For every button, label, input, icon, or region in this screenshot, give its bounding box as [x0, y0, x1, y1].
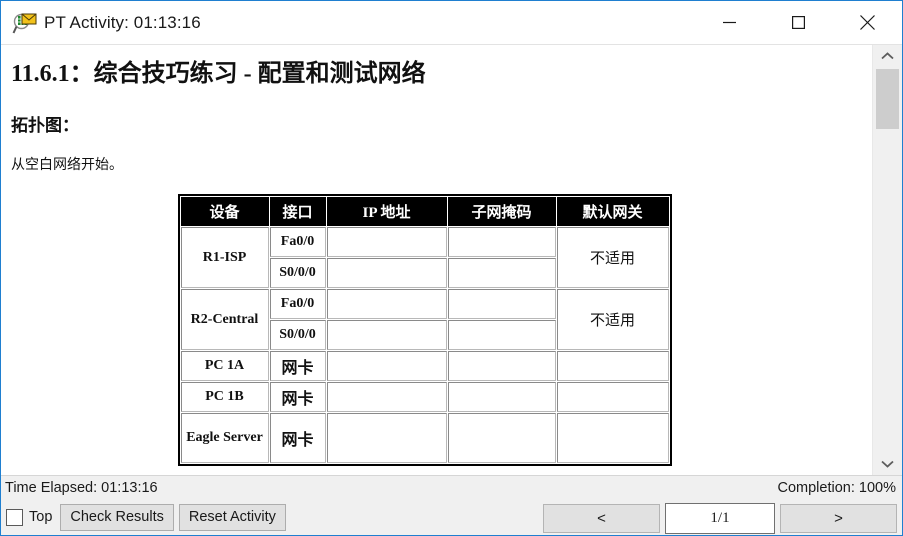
- top-checkbox[interactable]: [6, 508, 23, 526]
- minimize-icon: [723, 21, 736, 24]
- page-navigation: < 1/1 >: [543, 503, 897, 534]
- cell-gateway[interactable]: [556, 382, 669, 412]
- table-header-row: 设备 接口 IP 地址 子网掩码 默认网关: [180, 197, 669, 226]
- maximize-button[interactable]: [764, 1, 833, 44]
- status-controls-row: Top Check Results Reset Activity < 1/1 >: [1, 500, 902, 534]
- cell-interface: Fa0/0: [269, 289, 326, 319]
- pt-activity-icon: [12, 10, 38, 36]
- cell-mask[interactable]: [447, 351, 556, 381]
- table-body: R1-ISP Fa0/0 不适用 S0/0/0 R2-Central Fa0/0…: [180, 227, 669, 463]
- column-header-interface: 接口: [269, 197, 326, 226]
- status-info-row: Time Elapsed: 01:13:16 Completion: 100%: [1, 476, 902, 500]
- top-checkbox-label: Top: [29, 509, 53, 525]
- cell-gateway[interactable]: [556, 413, 669, 463]
- window-title: PT Activity: 01:13:16: [44, 12, 201, 32]
- cell-gateway: 不适用: [556, 227, 669, 288]
- title-bar: PT Activity: 01:13:16: [1, 1, 902, 44]
- maximize-icon: [792, 16, 805, 29]
- cell-ip[interactable]: [326, 258, 447, 288]
- activity-document: 11.6.1：综合技巧练习 - 配置和测试网络 拓扑图： 从空白网络开始。 设备…: [1, 45, 872, 475]
- intro-paragraph: 从空白网络开始。: [11, 156, 123, 172]
- window-controls: [695, 1, 902, 44]
- topology-heading: 拓扑图：: [11, 116, 79, 135]
- cell-interface: 网卡: [269, 413, 326, 463]
- column-header-device: 设备: [180, 197, 269, 226]
- cell-ip[interactable]: [326, 382, 447, 412]
- previous-page-button[interactable]: <: [543, 504, 660, 533]
- addressing-table-container: 设备 接口 IP 地址 子网掩码 默认网关 R1-ISP Fa0/0 不适用 S…: [11, 194, 858, 466]
- cell-interface: Fa0/0: [269, 227, 326, 257]
- vertical-scrollbar[interactable]: [872, 45, 902, 475]
- cell-device: R1-ISP: [180, 227, 269, 288]
- cell-mask[interactable]: [447, 289, 556, 319]
- scroll-down-button[interactable]: [873, 453, 902, 475]
- cell-ip[interactable]: [326, 289, 447, 319]
- completion-label: Completion: 100%: [777, 480, 897, 496]
- cell-interface: 网卡: [269, 382, 326, 412]
- column-header-ip: IP 地址: [326, 197, 447, 226]
- column-header-gateway: 默认网关: [556, 197, 669, 226]
- chevron-down-icon: [881, 460, 894, 468]
- cell-mask[interactable]: [447, 258, 556, 288]
- page-title: 11.6.1：综合技巧练习 - 配置和测试网络: [11, 61, 426, 87]
- cell-device: PC 1A: [180, 351, 269, 381]
- column-header-mask: 子网掩码: [447, 197, 556, 226]
- chevron-up-icon: [881, 52, 894, 60]
- next-page-button[interactable]: >: [780, 504, 897, 533]
- scrollbar-thumb[interactable]: [876, 69, 899, 129]
- cell-ip[interactable]: [326, 351, 447, 381]
- close-icon: [860, 15, 875, 30]
- page-indicator[interactable]: 1/1: [665, 503, 775, 534]
- time-elapsed-label: Time Elapsed: 01:13:16: [5, 480, 158, 496]
- scroll-up-button[interactable]: [873, 45, 902, 67]
- cell-device: R2-Central: [180, 289, 269, 350]
- content-area: 11.6.1：综合技巧练习 - 配置和测试网络 拓扑图： 从空白网络开始。 设备…: [1, 44, 902, 475]
- minimize-button[interactable]: [695, 1, 764, 44]
- cell-interface: S0/0/0: [269, 258, 326, 288]
- cell-device: PC 1B: [180, 382, 269, 412]
- cell-ip[interactable]: [326, 227, 447, 257]
- table-row: R2-Central Fa0/0 不适用: [180, 289, 669, 350]
- cell-device: Eagle Server: [180, 413, 269, 463]
- pt-activity-window: PT Activity: 01:13:16 11.6.1：综合技巧练习 - 配置…: [0, 0, 903, 536]
- top-checkbox-wrapper[interactable]: Top: [6, 508, 53, 526]
- cell-ip[interactable]: [326, 413, 447, 463]
- scrollbar-track[interactable]: [873, 67, 902, 453]
- cell-gateway: 不适用: [556, 289, 669, 350]
- check-results-button[interactable]: Check Results: [60, 503, 174, 531]
- reset-activity-button[interactable]: Reset Activity: [178, 503, 286, 531]
- table-row: PC 1A 网卡: [180, 351, 669, 381]
- cell-interface: 网卡: [269, 351, 326, 381]
- table-row: PC 1B 网卡: [180, 382, 669, 412]
- cell-mask[interactable]: [447, 413, 556, 463]
- cell-gateway[interactable]: [556, 351, 669, 381]
- status-bar: Time Elapsed: 01:13:16 Completion: 100% …: [1, 475, 902, 535]
- addressing-table: 设备 接口 IP 地址 子网掩码 默认网关 R1-ISP Fa0/0 不适用 S…: [177, 194, 672, 466]
- table-row: Eagle Server 网卡: [180, 413, 669, 463]
- table-row: R1-ISP Fa0/0 不适用: [180, 227, 669, 288]
- close-button[interactable]: [833, 1, 902, 44]
- cell-mask[interactable]: [447, 320, 556, 350]
- cell-interface: S0/0/0: [269, 320, 326, 350]
- cell-mask[interactable]: [447, 382, 556, 412]
- cell-ip[interactable]: [326, 320, 447, 350]
- cell-mask[interactable]: [447, 227, 556, 257]
